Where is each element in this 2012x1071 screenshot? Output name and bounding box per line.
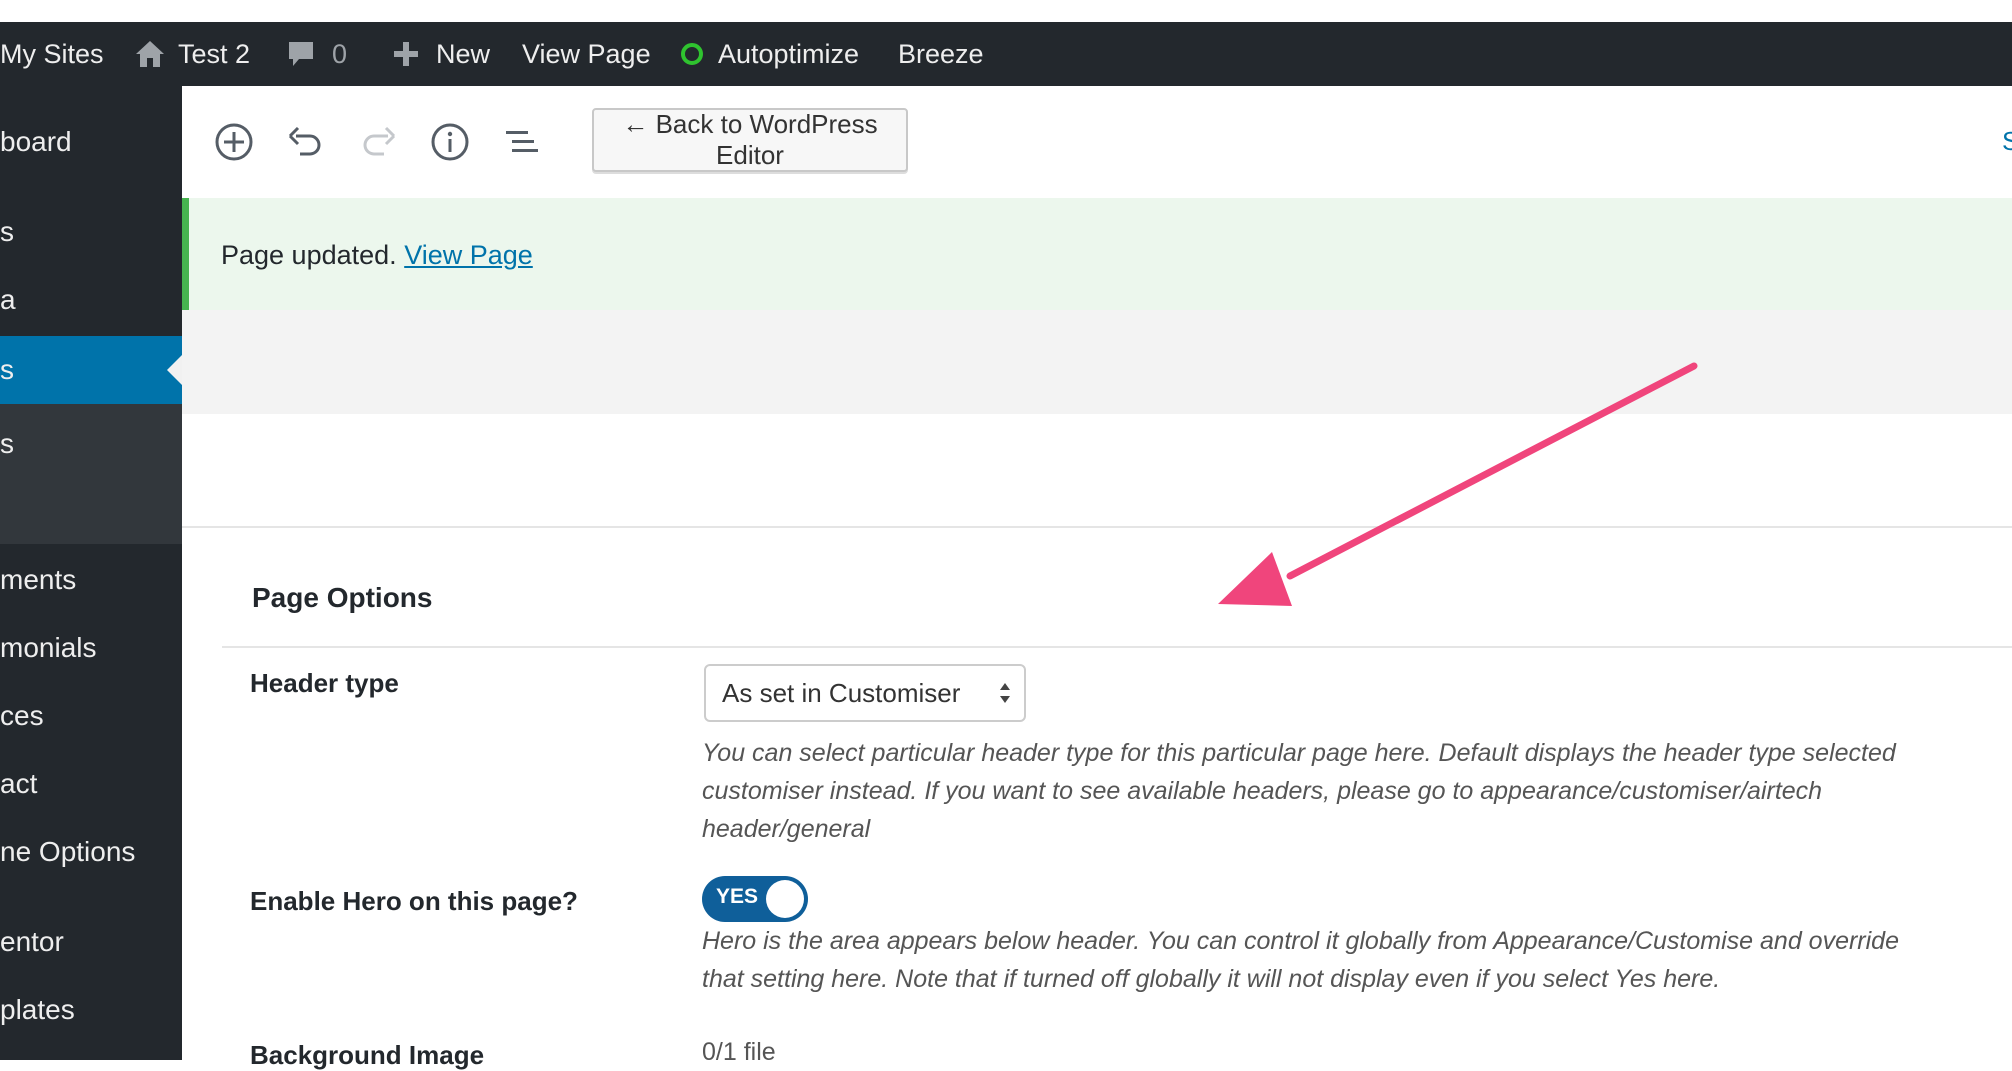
info-icon[interactable] xyxy=(430,122,470,162)
redo-icon[interactable] xyxy=(358,122,398,162)
sidebar-item-label: a xyxy=(0,284,16,315)
header-type-description: You can select particular header type fo… xyxy=(702,734,2012,848)
description-line: customiser instead. If you want to see a… xyxy=(702,777,1823,805)
plus-icon xyxy=(392,40,420,68)
sidebar-item-label: ne Options xyxy=(0,836,136,867)
view-page-link[interactable]: View Page xyxy=(522,22,651,86)
hero-label: Enable Hero on this page? xyxy=(250,886,578,916)
autoptimize-label: Autoptimize xyxy=(718,38,860,69)
sidebar-item-label: act xyxy=(0,768,38,799)
active-indicator xyxy=(167,355,182,385)
description-line: You can select particular header type fo… xyxy=(702,739,1896,767)
notice-text: Page updated. View Page xyxy=(221,240,533,271)
breeze-link[interactable]: Breeze xyxy=(898,22,984,86)
select-arrows-icon xyxy=(998,680,1012,713)
site-name-label: Test 2 xyxy=(178,38,251,69)
breeze-label: Breeze xyxy=(898,38,984,69)
comments-link[interactable]: 0 xyxy=(286,22,347,86)
admin-sidebar: board s a s s ments monials ces act ne O… xyxy=(0,86,182,1060)
notice-view-page-link[interactable]: View Page xyxy=(404,240,533,270)
hero-toggle[interactable]: YES xyxy=(702,876,808,922)
description-line: Hero is the area appears below header. Y… xyxy=(702,927,1899,955)
background-image-count: 0/1 file xyxy=(702,1038,776,1066)
admin-bar: My Sites Test 2 0 New View Page Autoptim… xyxy=(0,22,2012,86)
toggle-knob xyxy=(766,880,804,918)
sidebar-item-label: ces xyxy=(0,700,44,731)
autoptimize-link[interactable]: Autoptimize xyxy=(680,22,859,86)
view-page-label: View Page xyxy=(522,38,651,69)
sidebar-item-label: s xyxy=(0,354,14,385)
window-top-strip xyxy=(0,0,2012,22)
editor-canvas-area xyxy=(182,310,2012,416)
description-line: header/general xyxy=(702,815,871,843)
new-content-link[interactable]: New xyxy=(392,22,490,86)
sidebar-item-label: s xyxy=(0,216,14,247)
header-type-label: Header type xyxy=(250,668,399,698)
my-sites-link[interactable]: My Sites xyxy=(0,22,104,86)
home-icon xyxy=(134,39,166,69)
description-line: that setting here. Note that if turned o… xyxy=(702,965,1721,993)
comments-count: 0 xyxy=(332,38,348,69)
undo-icon[interactable] xyxy=(286,122,326,162)
status-circle-icon xyxy=(680,42,704,66)
hero-description: Hero is the area appears below header. Y… xyxy=(702,922,2012,998)
sidebar-item-label: s xyxy=(0,428,14,459)
site-name-link[interactable]: Test 2 xyxy=(134,22,250,86)
sidebar-item-label: board xyxy=(0,126,72,157)
divider xyxy=(222,646,2012,648)
header-type-select[interactable]: As set in Customiser xyxy=(704,664,1026,722)
add-block-icon[interactable] xyxy=(214,122,254,162)
sidebar-item-label: ments xyxy=(0,564,77,595)
page-updated-notice: Page updated. View Page xyxy=(182,198,2012,310)
sidebar-item-label: entor xyxy=(0,926,64,957)
comment-icon xyxy=(286,39,316,69)
notice-message: Page updated. xyxy=(221,240,397,270)
header-type-selected: As set in Customiser xyxy=(722,677,961,708)
editor-toolbar: S xyxy=(182,86,2012,199)
new-label: New xyxy=(436,38,491,69)
page-options-title: Page Options xyxy=(252,582,433,613)
outline-list-icon[interactable] xyxy=(502,122,542,162)
my-sites-label: My Sites xyxy=(0,38,104,69)
toolbar-right-link[interactable]: S xyxy=(2002,126,2012,157)
background-image-label: Background Image xyxy=(250,1040,485,1070)
submenu-background xyxy=(0,404,182,544)
back-to-wordpress-editor-button[interactable]: ← Back to WordPress Editor xyxy=(592,108,908,172)
sidebar-item-pages[interactable]: s xyxy=(0,336,182,404)
hero-toggle-text: YES xyxy=(716,885,759,908)
content-block xyxy=(182,414,2012,528)
page-options-panel: Page Options Header type As set in Custo… xyxy=(182,528,2012,1070)
sidebar-item-label: plates xyxy=(0,994,75,1025)
sidebar-item-label: monials xyxy=(0,632,97,663)
